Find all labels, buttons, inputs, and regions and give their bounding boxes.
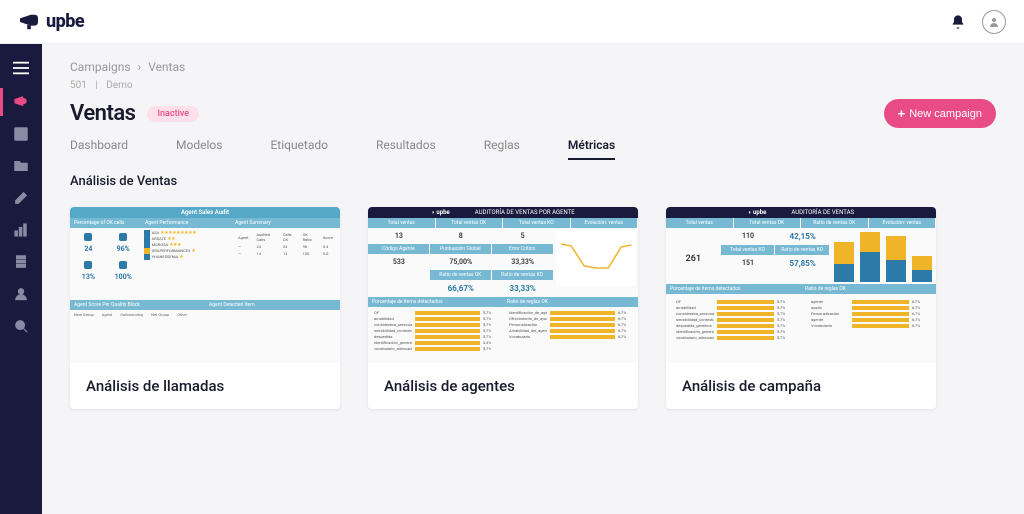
tab-etiquetado[interactable]: Etiquetado (270, 138, 328, 160)
stacked-bar-chart (830, 228, 936, 284)
card-preview: ◗ upbeAUDITORÍA DE VENTAS POR AGENTE Tot… (368, 207, 638, 363)
section-title: Análisis de Ventas (70, 174, 996, 189)
client-name: Demo (106, 80, 132, 91)
campaign-id: 501 (70, 80, 87, 91)
meta-line: 501 | Demo (70, 80, 996, 91)
card-title: Análisis de campaña (666, 363, 936, 409)
card-title: Análisis de agentes (368, 363, 638, 409)
card-analisis-llamadas[interactable]: Agent Sales Audit Percentage of OK calls… (70, 207, 340, 409)
user-icon (14, 287, 28, 301)
bell-icon[interactable] (950, 14, 966, 30)
title-row: Ventas Inactive New campaign (70, 99, 996, 128)
chevron-right-icon: › (138, 60, 142, 74)
sidebar (0, 44, 42, 514)
page-title: Ventas (70, 101, 135, 126)
tab-dashboard[interactable]: Dashboard (70, 138, 128, 160)
card-title: Análisis de llamadas (70, 363, 340, 409)
sidebar-item-list[interactable] (0, 120, 42, 148)
topbar-right (950, 10, 1006, 34)
brand-name: upbe (46, 11, 84, 32)
card-analisis-agentes[interactable]: ◗ upbeAUDITORÍA DE VENTAS POR AGENTE Tot… (368, 207, 638, 409)
tab-metricas[interactable]: Métricas (568, 138, 615, 160)
tabs: Dashboard Modelos Etiquetado Resultados … (70, 138, 996, 160)
tab-resultados[interactable]: Resultados (376, 138, 436, 160)
topbar: upbe (0, 0, 1024, 44)
breadcrumb: Campaigns › Ventas (70, 60, 996, 74)
sidebar-toggle[interactable] (0, 52, 42, 84)
sidebar-item-users[interactable] (0, 280, 42, 308)
user-icon (988, 16, 1000, 28)
sidebar-item-search[interactable] (0, 312, 42, 340)
main-content: Campaigns › Ventas 501 | Demo Ventas Ina… (42, 44, 1024, 514)
pencil-icon (14, 191, 28, 205)
sidebar-item-folder[interactable] (0, 152, 42, 180)
folder-icon (14, 159, 28, 173)
preview-header: Agent Sales Audit (70, 207, 340, 218)
status-badge: Inactive (147, 106, 199, 122)
breadcrumb-root[interactable]: Campaigns (70, 60, 131, 74)
sidebar-item-files[interactable] (0, 248, 42, 276)
sidebar-item-edit[interactable] (0, 184, 42, 212)
new-campaign-button[interactable]: New campaign (884, 99, 996, 128)
brand-logo[interactable]: upbe (18, 11, 84, 32)
card-analisis-campana[interactable]: ◗ upbeAUDITORÍA DE VENTAS Total ventas T… (666, 207, 936, 409)
barchart-icon (14, 223, 28, 237)
sidebar-item-campaigns[interactable] (0, 88, 42, 116)
tab-modelos[interactable]: Modelos (176, 138, 222, 160)
files-icon (14, 255, 28, 269)
list-icon (14, 127, 28, 141)
megaphone-icon (14, 95, 28, 109)
sidebar-item-stats[interactable] (0, 216, 42, 244)
line-chart (556, 230, 636, 286)
card-preview: Agent Sales Audit Percentage of OK calls… (70, 207, 340, 363)
cards-grid: Agent Sales Audit Percentage of OK calls… (70, 207, 996, 409)
tab-reglas[interactable]: Reglas (484, 138, 520, 160)
hamburger-icon (13, 61, 29, 75)
card-preview: ◗ upbeAUDITORÍA DE VENTAS Total ventas T… (666, 207, 936, 363)
user-avatar[interactable] (982, 10, 1006, 34)
breadcrumb-current: Ventas (148, 60, 185, 74)
megaphone-icon (18, 13, 40, 31)
search-icon (14, 319, 28, 333)
